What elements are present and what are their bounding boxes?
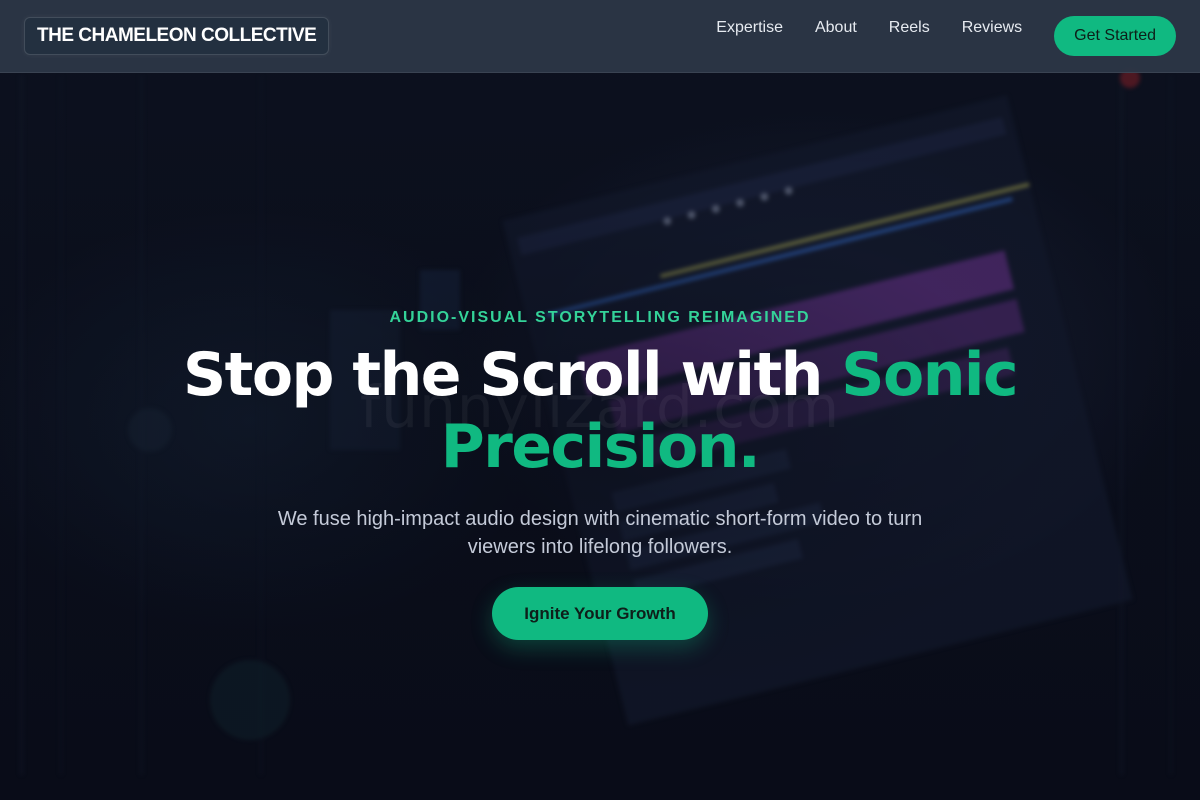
headline-main-text: Stop the Scroll with [182, 340, 842, 410]
hero-headline: Stop the Scroll with Sonic Precision. [150, 339, 1050, 483]
landing-page: THE CHAMELEON COLLECTIVE Expertise About… [0, 0, 1200, 800]
hero-section: AUDIO-VISUAL STORYTELLING REIMAGINED Sto… [0, 73, 1200, 800]
brand-logo[interactable]: THE CHAMELEON COLLECTIVE [24, 17, 330, 55]
hero-eyebrow: AUDIO-VISUAL STORYTELLING REIMAGINED [389, 309, 811, 326]
nav-links: Expertise About Reels Reviews [716, 19, 1022, 37]
top-navbar: THE CHAMELEON COLLECTIVE Expertise About… [0, 0, 1200, 73]
ignite-growth-button[interactable]: Ignite Your Growth [492, 587, 708, 640]
get-started-button[interactable]: Get Started [1054, 16, 1176, 56]
nav-right-group: Expertise About Reels Reviews Get Starte… [716, 0, 1176, 73]
nav-link-expertise[interactable]: Expertise [716, 19, 783, 37]
nav-link-about[interactable]: About [815, 19, 857, 37]
nav-link-reels[interactable]: Reels [889, 19, 930, 37]
hero-subheadline: We fuse high-impact audio design with ci… [277, 508, 923, 558]
nav-link-reviews[interactable]: Reviews [962, 19, 1022, 37]
